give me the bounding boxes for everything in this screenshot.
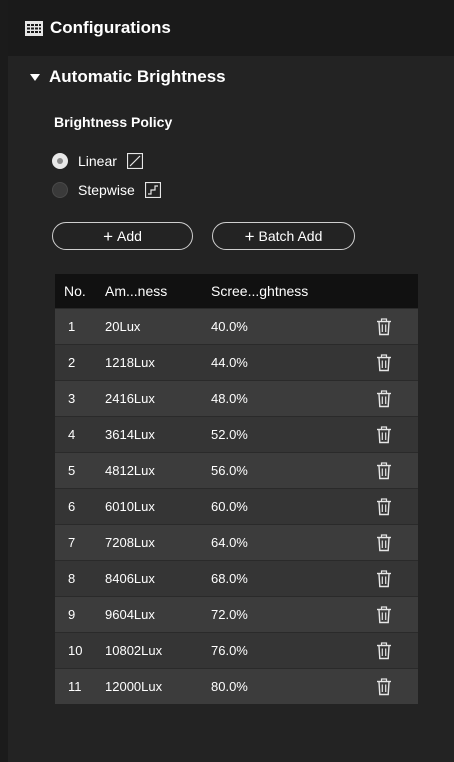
cell-ambient-brightness[interactable]: 10802Lux (105, 643, 211, 658)
trash-icon[interactable] (376, 425, 392, 444)
cell-actions (376, 497, 418, 516)
trash-icon[interactable] (376, 605, 392, 624)
cell-actions (376, 533, 418, 552)
radio-button-unchecked[interactable] (52, 182, 68, 198)
cell-no: 2 (68, 355, 76, 370)
caret-down-icon (30, 73, 40, 81)
cell-no: 11 (68, 679, 82, 694)
brightness-table: No. Am...ness Scree...ghtness 1 20Lux 40… (55, 274, 418, 704)
cell-ambient-brightness[interactable]: 12000Lux (105, 679, 211, 694)
linear-curve-icon (126, 152, 144, 170)
column-header-ambient-brightness[interactable]: Am...ness (105, 283, 211, 299)
cell-screen-brightness[interactable]: 76.0% (211, 643, 376, 658)
cell-ambient-brightness[interactable]: 2416Lux (105, 391, 211, 406)
trash-icon[interactable] (376, 677, 392, 696)
column-header-screen-brightness[interactable]: Scree...ghtness (211, 283, 376, 299)
cell-no: 10 (68, 643, 83, 658)
cell-screen-brightness[interactable]: 72.0% (211, 607, 376, 622)
cell-screen-brightness[interactable]: 64.0% (211, 535, 376, 550)
table-row[interactable]: 3 2416Lux 48.0% (55, 380, 418, 416)
cell-actions (376, 389, 418, 408)
cell-ambient-brightness[interactable]: 9604Lux (105, 607, 211, 622)
trash-icon[interactable] (376, 497, 392, 516)
cell-ambient-brightness[interactable]: 20Lux (105, 319, 211, 334)
cell-actions (376, 461, 418, 480)
table-row[interactable]: 6 6010Lux 60.0% (55, 488, 418, 524)
table-row[interactable]: 11 12000Lux 80.0% (55, 668, 418, 704)
radio-label-linear: Linear (78, 153, 117, 169)
cell-screen-brightness[interactable]: 48.0% (211, 391, 376, 406)
panel-header: Configurations (8, 0, 454, 56)
plus-icon: + (103, 226, 113, 246)
cell-actions (376, 569, 418, 588)
cell-actions (376, 317, 418, 336)
cell-ambient-brightness[interactable]: 4812Lux (105, 463, 211, 478)
cell-screen-brightness[interactable]: 68.0% (211, 571, 376, 586)
radio-label-stepwise: Stepwise (78, 182, 135, 198)
cell-actions (376, 605, 418, 624)
cell-no: 6 (68, 499, 76, 514)
batch-add-button[interactable]: + Batch Add (212, 222, 355, 250)
automatic-brightness-toggle[interactable]: Automatic Brightness (30, 64, 226, 90)
brightness-policy-title: Brightness Policy (54, 114, 173, 130)
cell-screen-brightness[interactable]: 56.0% (211, 463, 376, 478)
configurations-panel: Configurations Automatic Brightness Brig… (0, 0, 454, 762)
radio-linear[interactable]: Linear (52, 150, 144, 172)
cell-no: 4 (68, 427, 76, 442)
cell-actions (376, 425, 418, 444)
plus-icon: + (244, 226, 255, 246)
cell-ambient-brightness[interactable]: 6010Lux (105, 499, 211, 514)
cell-screen-brightness[interactable]: 40.0% (211, 319, 376, 334)
trash-icon[interactable] (376, 533, 392, 552)
radio-stepwise[interactable]: Stepwise (52, 179, 161, 201)
table-row[interactable]: 8 8406Lux 68.0% (55, 560, 418, 596)
trash-icon[interactable] (376, 317, 392, 336)
add-button[interactable]: + Add (52, 222, 193, 250)
cell-screen-brightness[interactable]: 44.0% (211, 355, 376, 370)
trash-icon[interactable] (376, 641, 392, 660)
table-row[interactable]: 4 3614Lux 52.0% (55, 416, 418, 452)
section-title: Automatic Brightness (49, 67, 226, 86)
cell-ambient-brightness[interactable]: 3614Lux (105, 427, 211, 442)
table-row[interactable]: 10 10802Lux 76.0% (55, 632, 418, 668)
radio-button-checked[interactable] (52, 153, 68, 169)
cell-no: 9 (68, 607, 76, 622)
stepwise-curve-icon (144, 181, 161, 199)
trash-icon[interactable] (376, 389, 392, 408)
trash-icon[interactable] (376, 353, 392, 372)
table-row[interactable]: 5 4812Lux 56.0% (55, 452, 418, 488)
cell-no: 1 (68, 319, 76, 334)
cell-no: 7 (68, 535, 76, 550)
table-row[interactable]: 2 1218Lux 44.0% (55, 344, 418, 380)
cell-ambient-brightness[interactable]: 7208Lux (105, 535, 211, 550)
cell-actions (376, 677, 418, 696)
left-edge (0, 0, 8, 762)
cell-actions (376, 353, 418, 372)
column-header-no[interactable]: No. (55, 283, 105, 299)
cell-ambient-brightness[interactable]: 8406Lux (105, 571, 211, 586)
trash-icon[interactable] (376, 569, 392, 588)
cell-no: 5 (68, 463, 76, 478)
add-button-label: Add (117, 228, 142, 244)
cell-ambient-brightness[interactable]: 1218Lux (105, 355, 211, 370)
cell-screen-brightness[interactable]: 60.0% (211, 499, 376, 514)
cell-actions (376, 641, 418, 660)
grid-icon (25, 20, 43, 36)
table-row[interactable]: 9 9604Lux 72.0% (55, 596, 418, 632)
trash-icon[interactable] (376, 461, 392, 480)
cell-screen-brightness[interactable]: 52.0% (211, 427, 376, 442)
cell-no: 3 (68, 391, 76, 406)
table-body: 1 20Lux 40.0% 2 1218Lux 44.0% 3 2416Lux … (55, 308, 418, 704)
cell-no: 8 (68, 571, 76, 586)
batch-add-button-label: Batch Add (258, 228, 323, 244)
panel-title: Configurations (50, 18, 171, 37)
table-row[interactable]: 7 7208Lux 64.0% (55, 524, 418, 560)
table-header: No. Am...ness Scree...ghtness (55, 274, 418, 308)
table-row[interactable]: 1 20Lux 40.0% (55, 308, 418, 344)
cell-screen-brightness[interactable]: 80.0% (211, 679, 376, 694)
